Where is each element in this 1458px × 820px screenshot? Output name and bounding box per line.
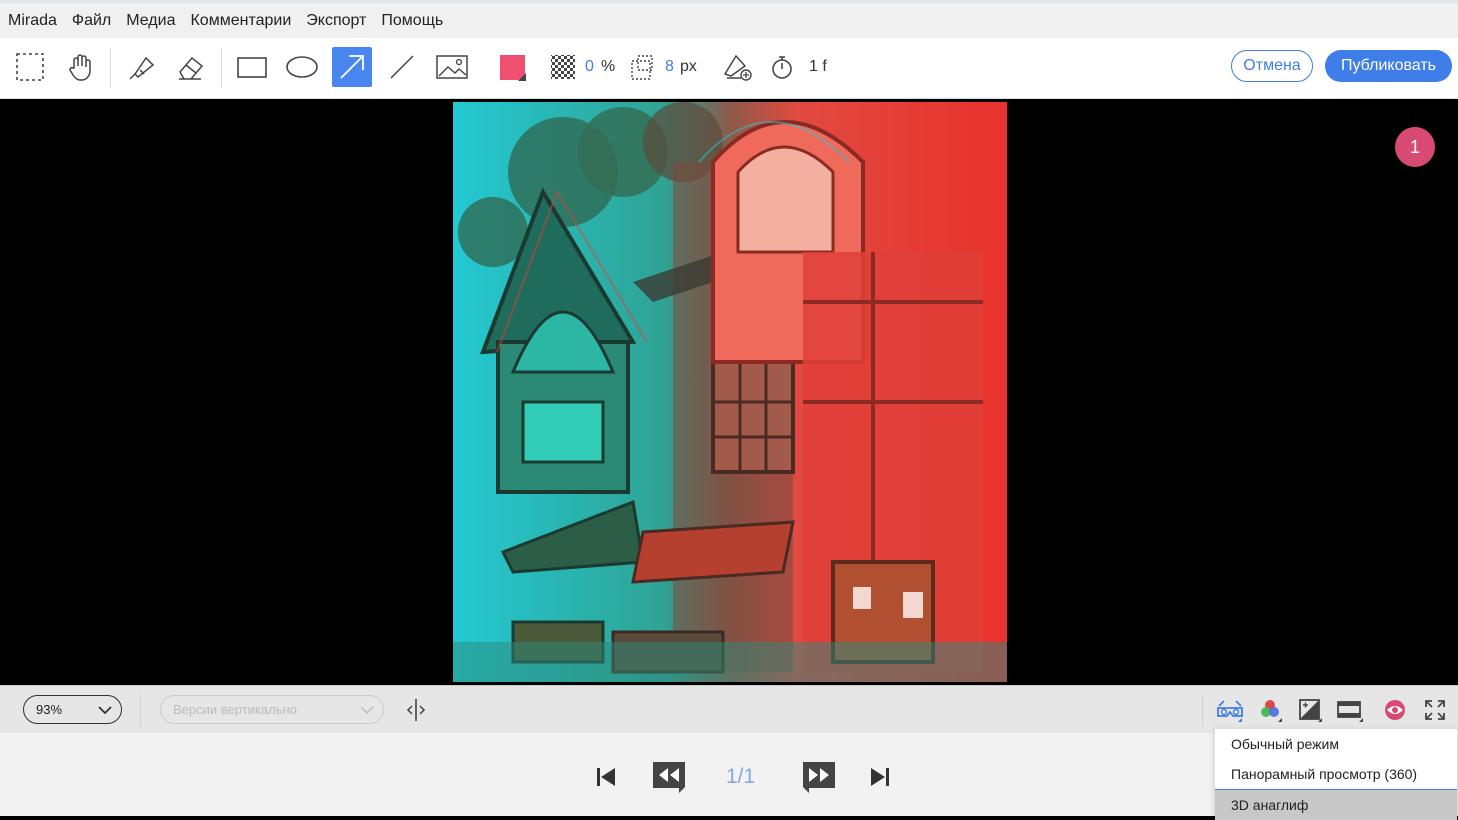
street-illustration xyxy=(453,102,1007,682)
cancel-button[interactable]: Отмена xyxy=(1231,50,1313,82)
skip-to-end-icon xyxy=(871,768,889,786)
arrow-tool[interactable] xyxy=(332,47,372,87)
ellipse-icon xyxy=(286,56,318,78)
marquee-select-icon xyxy=(16,53,44,81)
view-mode-menu: Обычный режим Панорамный просмотр (360) … xyxy=(1214,728,1458,820)
menu-item-normal-mode[interactable]: Обычный режим xyxy=(1215,729,1457,759)
select-tool[interactable] xyxy=(10,47,50,87)
opacity-checker-icon xyxy=(551,55,575,79)
rectangle-tool[interactable] xyxy=(232,47,272,87)
comment-count-badge[interactable]: 1 xyxy=(1395,127,1435,167)
split-view-button[interactable] xyxy=(401,695,431,725)
first-frame-button[interactable] xyxy=(592,763,620,791)
next-frame-button[interactable] xyxy=(800,759,838,795)
duration-control[interactable] xyxy=(762,47,802,87)
dropdown-corner-icon xyxy=(518,73,526,81)
last-frame-button[interactable] xyxy=(866,763,894,791)
ellipse-tool[interactable] xyxy=(282,47,322,87)
rewind-icon xyxy=(653,762,685,793)
stamp-tool[interactable] xyxy=(717,47,757,87)
color-channels-button[interactable] xyxy=(1255,695,1285,725)
menu-media[interactable]: Медиа xyxy=(126,12,175,30)
menu-file[interactable]: Файл xyxy=(72,12,111,30)
fullscreen-button[interactable] xyxy=(1420,695,1450,725)
previous-frame-button[interactable] xyxy=(650,759,688,795)
stroke-size-control[interactable] xyxy=(622,47,662,87)
highlighter-icon xyxy=(129,56,155,80)
menu-item-panorama-360[interactable]: Панорамный просмотр (360) xyxy=(1215,759,1457,789)
eraser-icon xyxy=(179,56,204,80)
split-handle-icon xyxy=(406,699,426,721)
eye-icon xyxy=(1385,700,1405,720)
exposure-icon xyxy=(1299,699,1322,722)
annotation-toolbar: 0 % 8 px 1 f Отмена Публиковать xyxy=(0,38,1458,99)
rectangle-icon xyxy=(237,57,267,78)
stroke-size-unit: px xyxy=(680,58,697,75)
anaglyph-image[interactable] xyxy=(453,102,1007,682)
aspect-ratio-button[interactable] xyxy=(1335,695,1365,725)
menu-bar: Mirada Файл Медиа Комментарии Экспорт По… xyxy=(0,0,1458,38)
menu-comments[interactable]: Комментарии xyxy=(190,12,291,30)
menu-help[interactable]: Помощь xyxy=(381,12,443,30)
fullscreen-icon xyxy=(1425,700,1445,720)
opacity-control[interactable] xyxy=(543,47,583,87)
color-picker[interactable] xyxy=(492,47,532,87)
aspect-mask-icon xyxy=(1337,701,1363,722)
stopwatch-icon xyxy=(772,56,792,79)
arrow-icon xyxy=(340,55,364,79)
rgb-channels-icon xyxy=(1261,700,1282,722)
image-icon xyxy=(436,55,468,79)
fast-forward-icon xyxy=(803,762,835,793)
line-tool[interactable] xyxy=(382,47,422,87)
stroke-size-value[interactable]: 8 xyxy=(665,58,674,76)
eraser-tool[interactable] xyxy=(170,47,210,87)
opacity-value[interactable]: 0 xyxy=(585,58,594,76)
zoom-select[interactable]: 93% xyxy=(23,695,122,724)
visibility-button[interactable] xyxy=(1380,695,1410,725)
zoom-value: 93% xyxy=(36,702,63,717)
chevron-down-icon xyxy=(360,706,374,715)
exposure-button[interactable] xyxy=(1295,695,1325,725)
page-counter: 1/1 xyxy=(726,765,756,788)
statusbar-separator xyxy=(1202,694,1203,726)
media-viewer[interactable]: 1 xyxy=(0,99,1458,685)
pan-tool[interactable] xyxy=(60,47,100,87)
brush-add-icon xyxy=(723,54,752,81)
image-tool[interactable] xyxy=(432,47,472,87)
statusbar-separator xyxy=(140,694,141,726)
duration-value[interactable]: 1 f xyxy=(809,58,827,76)
view-mode-button[interactable] xyxy=(1215,695,1245,725)
versions-placeholder: Версии вертикально xyxy=(173,702,297,717)
menu-item-3d-anaglyph[interactable]: 3D анаглиф xyxy=(1215,789,1457,820)
toolbar-separator xyxy=(110,48,111,88)
3d-glasses-icon xyxy=(1217,700,1243,722)
toolbar-separator xyxy=(221,48,222,88)
line-icon xyxy=(390,55,414,79)
versions-layout-select[interactable]: Версии вертикально xyxy=(160,695,384,724)
stroke-size-icon xyxy=(631,55,653,80)
publish-button[interactable]: Публиковать xyxy=(1325,50,1452,82)
menu-export[interactable]: Экспорт xyxy=(306,12,366,30)
chevron-down-icon xyxy=(98,706,112,715)
highlighter-tool[interactable] xyxy=(121,47,161,87)
opacity-unit: % xyxy=(601,58,616,75)
menu-mirada[interactable]: Mirada xyxy=(8,12,57,30)
hand-icon xyxy=(69,54,91,81)
viewer-status-bar: 93% Версии вертикально xyxy=(0,685,1458,733)
skip-to-start-icon xyxy=(597,768,615,786)
